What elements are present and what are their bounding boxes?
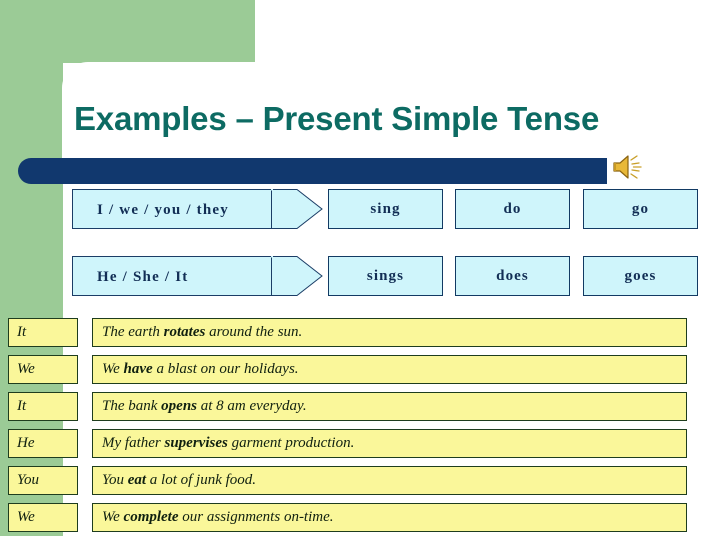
- subject-arrow-singular-label: He / She / It: [97, 269, 189, 285]
- arrow-head-plural: [271, 188, 323, 229]
- table-row-sentence: You eat a lot of junk food.: [92, 466, 687, 495]
- title-accent-bar: [18, 158, 607, 184]
- verb-box-sing: sing: [328, 189, 443, 229]
- table-row-sentence: My father supervises garment production.: [92, 429, 687, 458]
- table-row-subject: It: [8, 318, 78, 347]
- table-row-subject: You: [8, 466, 78, 495]
- verb-box-go: go: [583, 189, 698, 229]
- slide: Examples – Present Simple Tense I / we /…: [0, 0, 728, 546]
- highlighted-verb: complete: [123, 509, 179, 525]
- table-row-sentence: The bank opens at 8 am everyday.: [92, 392, 687, 421]
- verb-box-goes: goes: [583, 256, 698, 296]
- verb-box-do: do: [455, 189, 570, 229]
- highlighted-verb: have: [123, 361, 153, 377]
- table-row-subject: We: [8, 355, 78, 384]
- table-row-sentence: We have a blast on our holidays.: [92, 355, 687, 384]
- subject-arrow-plural: I / we / you / they: [72, 189, 272, 229]
- highlighted-verb: rotates: [163, 324, 206, 340]
- table-row-subject: It: [8, 392, 78, 421]
- table-row-sentence: The earth rotates around the sun.: [92, 318, 687, 347]
- page-title: Examples – Present Simple Tense: [74, 100, 600, 137]
- verb-box-does: does: [455, 256, 570, 296]
- highlighted-verb: opens: [161, 398, 198, 414]
- subject-arrow-plural-label: I / we / you / they: [97, 202, 229, 218]
- highlighted-verb: eat: [127, 472, 147, 488]
- table-row-subject: He: [8, 429, 78, 458]
- table-row-sentence: We complete our assignments on-time.: [92, 503, 687, 532]
- highlighted-verb: supervises: [164, 435, 228, 451]
- arrow-head-singular: [271, 255, 323, 296]
- verb-box-sings: sings: [328, 256, 443, 296]
- table-row-subject: We: [8, 503, 78, 532]
- speaker-icon[interactable]: [610, 152, 644, 182]
- subject-arrow-singular: He / She / It: [72, 256, 272, 296]
